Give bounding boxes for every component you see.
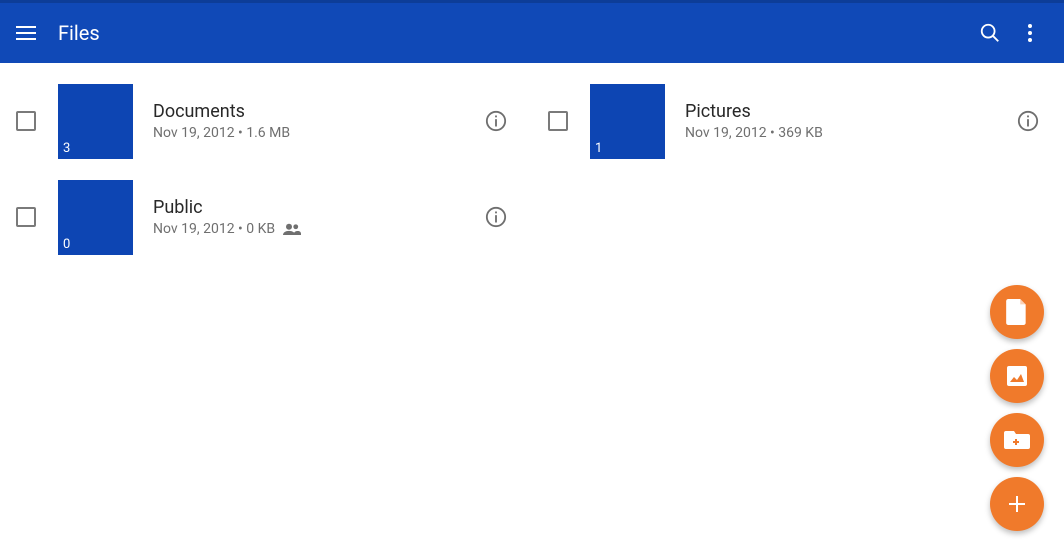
page-title: Files <box>58 21 970 45</box>
plus-icon <box>1005 492 1029 516</box>
more-vert-icon <box>1028 24 1032 42</box>
file-date: Nov 19, 2012 <box>153 221 235 237</box>
file-size: 1.6 MB <box>246 125 290 141</box>
fab-upload-image[interactable] <box>990 349 1044 403</box>
file-icon <box>1006 299 1028 325</box>
file-size: 0 KB <box>246 221 275 237</box>
more-button[interactable] <box>1010 13 1050 53</box>
item-count: 1 <box>595 141 602 156</box>
file-meta: Nov 19, 2012 • 1.6 MB <box>153 125 476 141</box>
info-icon <box>485 110 507 132</box>
image-icon <box>1005 364 1029 388</box>
item-count: 0 <box>63 237 70 252</box>
file-name: Documents <box>153 101 476 122</box>
fab-add[interactable] <box>990 477 1044 531</box>
appbar: Files <box>0 0 1064 63</box>
meta-separator: • <box>767 125 779 141</box>
file-item[interactable]: 0 Public Nov 19, 2012 • 0 KB <box>0 169 532 265</box>
item-count: 3 <box>63 141 70 156</box>
file-info: Pictures Nov 19, 2012 • 369 KB <box>685 101 1008 141</box>
file-item[interactable]: 3 Documents Nov 19, 2012 • 1.6 MB <box>0 73 532 169</box>
folder-thumbnail[interactable]: 1 <box>590 84 665 159</box>
folder-thumbnail[interactable]: 0 <box>58 180 133 255</box>
info-icon <box>1017 110 1039 132</box>
info-button[interactable] <box>476 101 516 141</box>
meta-separator: • <box>235 125 247 141</box>
select-checkbox[interactable] <box>16 207 36 227</box>
folder-thumbnail[interactable]: 3 <box>58 84 133 159</box>
shared-icon <box>283 223 301 235</box>
file-grid: 3 Documents Nov 19, 2012 • 1.6 MB 1 Pict… <box>0 63 1064 265</box>
hamburger-icon <box>16 26 36 40</box>
file-size: 369 KB <box>778 125 823 141</box>
file-name: Pictures <box>685 101 1008 122</box>
meta-separator: • <box>235 221 247 237</box>
info-icon <box>485 206 507 228</box>
file-date: Nov 19, 2012 <box>685 125 767 141</box>
folder-plus-icon <box>1004 429 1030 451</box>
select-checkbox[interactable] <box>548 111 568 131</box>
search-icon <box>979 22 1001 44</box>
search-button[interactable] <box>970 13 1010 53</box>
info-button[interactable] <box>1008 101 1048 141</box>
info-button[interactable] <box>476 197 516 237</box>
fab-upload-file[interactable] <box>990 285 1044 339</box>
fab-stack <box>990 285 1044 531</box>
file-meta: Nov 19, 2012 • 369 KB <box>685 125 1008 141</box>
file-meta: Nov 19, 2012 • 0 KB <box>153 221 476 237</box>
file-info: Documents Nov 19, 2012 • 1.6 MB <box>153 101 476 141</box>
file-date: Nov 19, 2012 <box>153 125 235 141</box>
select-checkbox[interactable] <box>16 111 36 131</box>
file-item[interactable]: 1 Pictures Nov 19, 2012 • 369 KB <box>532 73 1064 169</box>
file-info: Public Nov 19, 2012 • 0 KB <box>153 197 476 237</box>
file-name: Public <box>153 197 476 218</box>
fab-new-folder[interactable] <box>990 413 1044 467</box>
menu-button[interactable] <box>14 21 38 45</box>
